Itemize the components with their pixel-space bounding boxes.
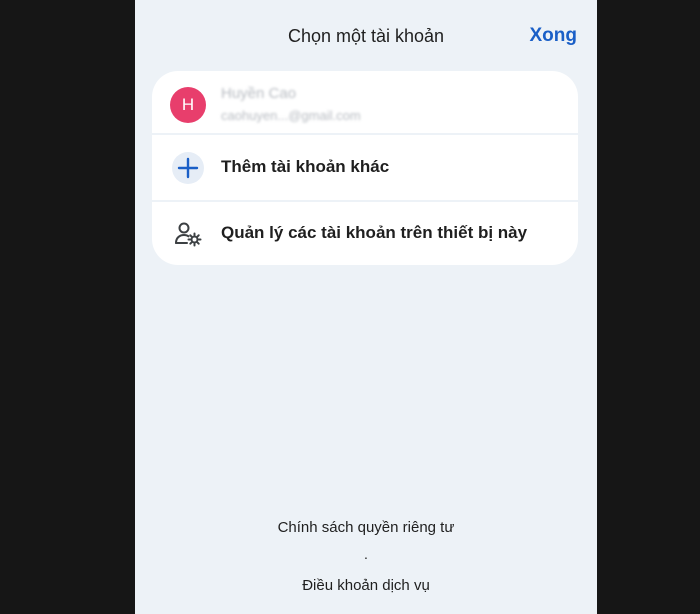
manage-accounts-label: Quản lý các tài khoản trên thiết bị này bbox=[221, 223, 528, 242]
account-email: caohuyen...@gmail.com bbox=[221, 108, 361, 123]
avatar: H bbox=[170, 87, 206, 123]
footer-separator: . bbox=[364, 546, 368, 562]
letterbox-left bbox=[0, 0, 135, 614]
add-account-row[interactable]: Thêm tài khoản khác bbox=[152, 135, 578, 200]
page-title: Chọn một tài khoản bbox=[287, 26, 445, 46]
accounts-card: H Huyền Cao caohuyen...@gmail.com Thêm t… bbox=[152, 71, 578, 265]
privacy-policy-link[interactable]: Chính sách quyền riêng tư bbox=[135, 519, 597, 536]
done-button[interactable]: Xong bbox=[530, 25, 578, 47]
manage-accounts-row[interactable]: Quản lý các tài khoản trên thiết bị này bbox=[152, 202, 578, 265]
terms-of-service-link[interactable]: Điều khoản dịch vụ bbox=[135, 577, 597, 594]
account-chooser-panel: Chọn một tài khoản Xong H Huyền Cao caoh… bbox=[135, 0, 597, 614]
account-row[interactable]: H Huyền Cao caohuyen...@gmail.com bbox=[152, 71, 578, 133]
letterbox-right bbox=[597, 0, 700, 614]
add-account-label: Thêm tài khoản khác bbox=[221, 157, 390, 176]
plus-icon bbox=[172, 152, 204, 184]
manage-accounts-icon bbox=[172, 218, 204, 250]
account-name: Huyền Cao bbox=[221, 85, 297, 102]
